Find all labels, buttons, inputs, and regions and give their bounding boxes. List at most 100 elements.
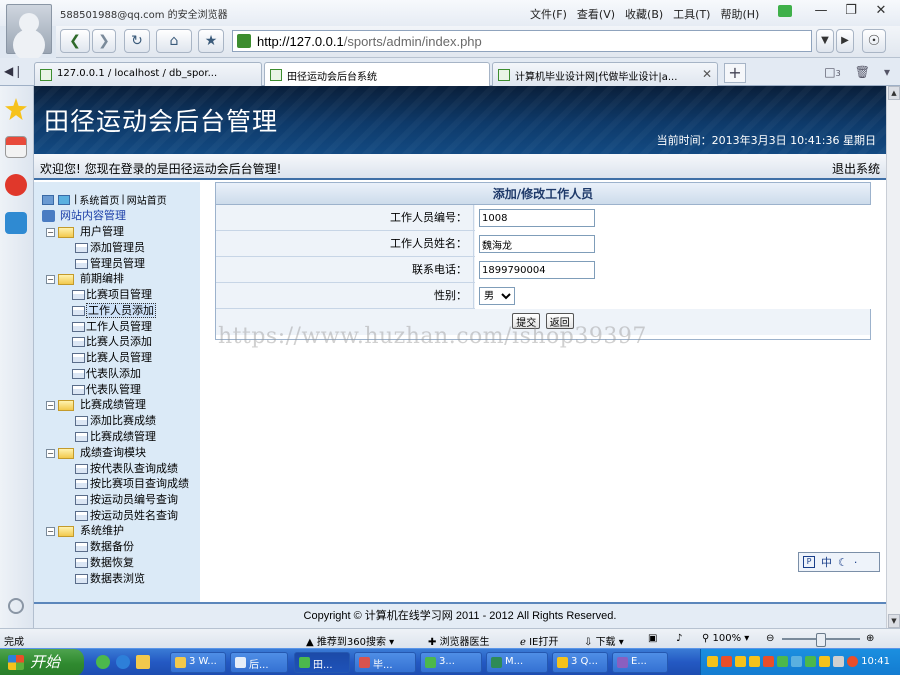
back-button[interactable]: 返回 — [545, 313, 574, 329]
tree-group-prearrange[interactable]: − 前期编排 — [42, 271, 202, 287]
collapse-icon[interactable]: − — [46, 275, 55, 285]
tray-icon[interactable] — [847, 656, 858, 667]
recommend-360-button[interactable]: ▲ 推荐到360搜索 ▾ — [306, 633, 394, 648]
taskbar-item[interactable]: 毕... — [354, 652, 416, 673]
nav-add-admin[interactable]: 添加管理员 — [42, 240, 202, 256]
back-button[interactable]: ❮ — [60, 29, 90, 53]
address-bar[interactable]: http://127.0.0.1/sports/admin/index.php — [232, 30, 812, 52]
refresh-button[interactable]: ↻ — [124, 29, 150, 53]
nav-admin-manage[interactable]: 管理员管理 — [42, 256, 202, 272]
zoom-out-icon[interactable]: ⊖ — [766, 633, 774, 644]
tab-count-icon[interactable]: □3 — [824, 65, 840, 79]
zoom-in-icon[interactable]: ⊕ — [866, 633, 874, 644]
collapse-icon[interactable]: − — [46, 401, 55, 411]
skin-icon[interactable] — [778, 5, 792, 17]
menu-tools[interactable]: 工具(T) — [673, 6, 710, 22]
nav-staff-manage[interactable]: 工作人员管理 — [42, 319, 202, 335]
tray-360-icon[interactable] — [777, 656, 788, 667]
go-button[interactable]: ▶ — [836, 29, 854, 53]
nav-backup[interactable]: 数据备份 — [42, 539, 202, 555]
tab-close-icon[interactable]: ✕ — [702, 67, 712, 81]
new-tab-button[interactable]: + — [724, 63, 746, 83]
ime-mode[interactable]: 中 — [821, 554, 832, 570]
phone-input[interactable] — [479, 261, 595, 279]
taskbar-item[interactable]: 3 Q... — [552, 652, 608, 673]
ime-toolbar[interactable]: P 中 ☾ · — [798, 552, 880, 572]
tray-qq-icon[interactable] — [749, 656, 760, 667]
ime-punct-icon[interactable]: · — [854, 556, 858, 569]
collapse-icon[interactable]: − — [46, 448, 55, 458]
shield-icon[interactable]: ☉ — [862, 29, 886, 53]
menu-help[interactable]: 帮助(H) — [720, 6, 759, 22]
nav-athlete-add[interactable]: 比赛人员添加 — [42, 334, 202, 350]
page-scrollbar[interactable]: ▲ ▼ — [886, 86, 900, 628]
tree-group-system[interactable]: − 系统维护 — [42, 523, 202, 539]
taskbar-item[interactable]: E... — [612, 652, 668, 673]
taskbar-clock[interactable]: 10:41 — [861, 656, 890, 667]
staff-id-input[interactable] — [479, 209, 595, 227]
tree-group-user[interactable]: − 用户管理 — [42, 224, 202, 240]
screen-icon[interactable]: ▣ — [648, 633, 657, 644]
ime-moon-icon[interactable]: ☾ — [838, 556, 848, 569]
close-window-button[interactable]: ✕ — [868, 2, 894, 20]
tray-icon[interactable] — [819, 656, 830, 667]
collapse-icon[interactable]: − — [46, 527, 55, 537]
menu-view[interactable]: 查看(V) — [577, 6, 615, 22]
nav-score-add[interactable]: 添加比赛成绩 — [42, 413, 202, 429]
home-button[interactable]: ⌂ — [156, 29, 192, 53]
minimize-button[interactable]: — — [808, 2, 834, 20]
taskbar-item[interactable]: 3 W... — [170, 652, 226, 673]
tray-qq-icon[interactable] — [735, 656, 746, 667]
taskbar-item-active[interactable]: 田... — [294, 652, 350, 673]
zoom-slider[interactable] — [782, 633, 860, 647]
nav-score-manage[interactable]: 比赛成绩管理 — [42, 429, 202, 445]
taskbar-item[interactable]: 后... — [230, 652, 288, 673]
nav-query-team[interactable]: 按代表队查询成绩 — [42, 461, 202, 477]
app-icon[interactable] — [5, 212, 27, 234]
tray-shield-icon[interactable] — [805, 656, 816, 667]
system-home-link[interactable]: 系统首页 — [79, 192, 119, 207]
tree-group-query[interactable]: − 成绩查询模块 — [42, 445, 202, 461]
calendar-icon[interactable] — [5, 136, 27, 158]
taskbar-item[interactable]: M... — [486, 652, 548, 673]
scroll-up-icon[interactable]: ▲ — [888, 86, 900, 100]
nav-athlete-manage[interactable]: 比赛人员管理 — [42, 350, 202, 366]
browser-doctor-button[interactable]: ✚ 浏览器医生 — [428, 633, 490, 648]
tray-icon[interactable] — [763, 656, 774, 667]
zoom-button[interactable]: ⚲ 100% ▾ — [702, 633, 749, 644]
tab-sports-admin[interactable]: 田径运动会后台系统 — [264, 62, 490, 87]
gender-select[interactable]: 男 — [479, 287, 515, 305]
quicklaunch-360-icon[interactable] — [96, 655, 110, 669]
favorite-star-button[interactable]: ★ — [198, 29, 224, 53]
logout-link[interactable]: 退出系统 — [832, 160, 880, 177]
forward-button[interactable]: ❯ — [92, 29, 116, 53]
tree-root[interactable]: 网站内容管理 — [42, 208, 202, 224]
quicklaunch-folder-icon[interactable] — [136, 655, 150, 669]
tab-phpmyadmin[interactable]: 127.0.0.1 / localhost / db_spor... — [34, 62, 262, 86]
start-button[interactable]: 开始 — [0, 649, 84, 675]
weibo-icon[interactable] — [5, 174, 27, 196]
settings-gear-icon[interactable] — [8, 598, 24, 614]
tab-menu-icon[interactable]: ▾ — [884, 65, 890, 79]
tray-icon[interactable] — [707, 656, 718, 667]
favorites-star-icon[interactable] — [5, 98, 27, 120]
quicklaunch-ie-icon[interactable] — [116, 655, 130, 669]
menu-favorites[interactable]: 收藏(B) — [625, 6, 663, 22]
submit-button[interactable]: 提交 — [512, 313, 541, 329]
taskbar-item[interactable]: 3... — [420, 652, 482, 673]
staff-name-input[interactable] — [479, 235, 595, 253]
nav-query-event[interactable]: 按比赛项目查询成绩 — [42, 476, 202, 492]
user-avatar-icon[interactable] — [6, 4, 52, 54]
sound-icon[interactable]: ♪ — [676, 633, 682, 644]
nav-query-athlete-id[interactable]: 按运动员编号查询 — [42, 492, 202, 508]
address-dropdown-button[interactable]: ▼ — [816, 29, 834, 53]
download-button[interactable]: ⇩ 下载 ▾ — [584, 633, 624, 648]
nav-query-athlete-name[interactable]: 按运动员姓名查询 — [42, 508, 202, 524]
nav-table-browse[interactable]: 数据表浏览 — [42, 571, 202, 587]
nav-team-manage[interactable]: 代表队管理 — [42, 382, 202, 398]
nav-restore[interactable]: 数据恢复 — [42, 555, 202, 571]
site-home-link[interactable]: 网站首页 — [127, 192, 167, 207]
tray-icon[interactable] — [791, 656, 802, 667]
tab-back-icon[interactable]: ◀❘ — [4, 64, 23, 78]
menu-file[interactable]: 文件(F) — [530, 6, 567, 22]
